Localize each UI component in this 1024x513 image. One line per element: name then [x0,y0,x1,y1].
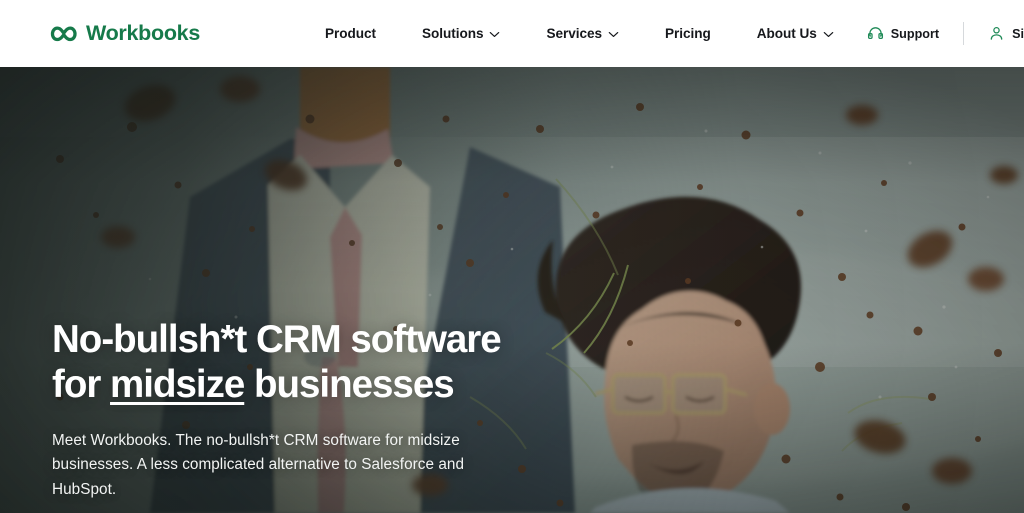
user-person-icon [988,25,1005,42]
brand-logo-link[interactable]: Workbooks [50,20,200,45]
chevron-down-icon [823,29,834,38]
support-link[interactable]: Support [857,19,949,48]
hero-title-emphasis: midsize [110,363,245,407]
support-label: Support [890,26,940,41]
hero-title-line1: No-bullsh*t CRM software [52,318,502,362]
utilities-divider [963,22,965,45]
nav-label: Pricing [665,26,711,41]
nav-item-product[interactable]: Product [302,16,399,51]
headset-icon [867,25,884,42]
nav-label: Services [546,26,603,41]
site-header: Workbooks Product Solutions Services Pri… [0,0,1024,67]
hero-content: No-bullsh*t CRM software for midsize bus… [52,318,582,513]
hero-subtitle: Meet Workbooks. The no-bullsh*t CRM soft… [52,431,464,499]
hero-title-line2-suffix: businesses [244,363,455,407]
nav-item-services[interactable]: Services [523,16,642,51]
nav-item-pricing[interactable]: Pricing [642,16,734,51]
brand-name: Workbooks [86,20,200,45]
nav-item-about-us[interactable]: About Us [734,16,857,51]
sign-in-label: Sign In [1012,26,1024,41]
sign-in-link[interactable]: Sign In [978,19,1024,48]
hero-title-line2-prefix: for [52,363,111,407]
nav-item-solutions[interactable]: Solutions [399,16,523,51]
workbooks-infinity-logo-icon [50,24,77,44]
workbooks-homepage: Workbooks Product Solutions Services Pri… [0,0,1024,513]
hero-section: No-bullsh*t CRM software for midsize bus… [0,67,1024,513]
hero-title: No-bullsh*t CRM software for midsize bus… [52,318,582,407]
primary-navigation: Product Solutions Services Pricing About… [302,16,857,51]
nav-label: About Us [756,26,817,41]
header-utilities: Support Sign In [857,19,1024,48]
nav-label: Solutions [422,26,484,41]
chevron-down-icon [489,29,500,38]
chevron-down-icon [608,29,619,38]
header-inner: Workbooks Product Solutions Services Pri… [0,0,1024,67]
nav-label: Product [324,26,376,41]
